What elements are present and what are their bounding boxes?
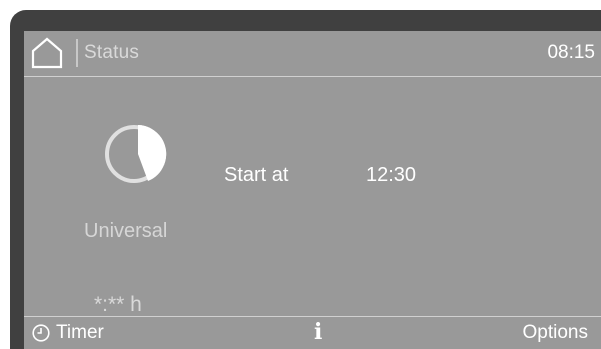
display-screen: Status 08:15 Universal Start at 12:30 *:… [24, 31, 601, 349]
footer-bar: Timer i Options [24, 316, 601, 349]
clock-icon [32, 324, 50, 342]
status-header: Status 08:15 [24, 31, 601, 77]
home-icon[interactable] [30, 37, 64, 69]
options-button[interactable]: Options [523, 322, 588, 344]
timer-label: Timer [56, 322, 104, 343]
pie-chart-icon [104, 121, 170, 187]
remaining-duration: *:** h [94, 293, 142, 316]
page-title: Status [84, 42, 140, 63]
clock-time: 08:15 [547, 42, 595, 63]
timer-button[interactable]: Timer [32, 320, 104, 346]
info-icon[interactable]: i [314, 319, 322, 345]
start-label: Start at [224, 164, 289, 186]
start-time: 12:30 [366, 164, 417, 186]
header-divider [76, 39, 78, 67]
device-bezel: Status 08:15 Universal Start at 12:30 *:… [10, 10, 601, 349]
program-name: Universal [84, 220, 168, 242]
